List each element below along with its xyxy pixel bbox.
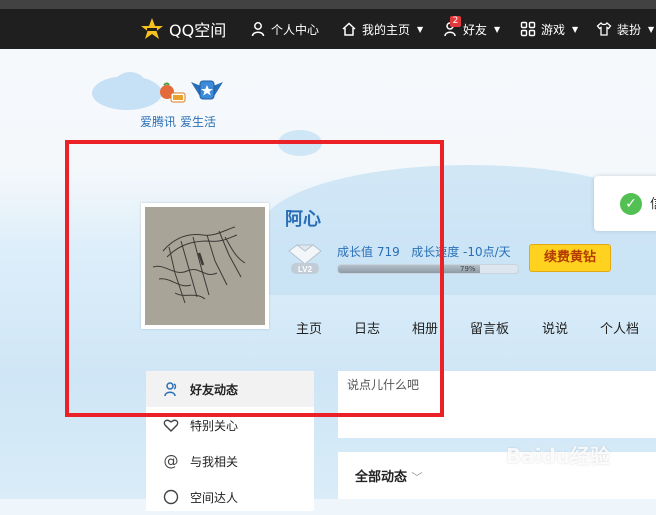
- nav-my-homepage-label: 我的主页: [362, 22, 411, 37]
- toast-text: 信: [650, 193, 656, 212]
- qzone-star-icon: [141, 18, 163, 39]
- heart-icon: [162, 417, 180, 433]
- brand-link-tencent[interactable]: 爱腾讯: [140, 113, 176, 130]
- nav-games-label: 游戏: [541, 22, 566, 37]
- baidu-watermark: Baidu经验: [506, 444, 611, 468]
- star-icon: [162, 489, 180, 505]
- feed-filter-dropdown[interactable]: 全部动态 ﹀: [355, 466, 423, 485]
- sidebar-item-label: 与我相关: [190, 454, 239, 469]
- notification-toast: ✓ 信: [594, 176, 656, 231]
- nav-friends-label: 好友: [463, 22, 488, 37]
- sidebar-item-label: 特别关心: [190, 418, 239, 433]
- sidebar-item-label: 空间达人: [190, 490, 239, 505]
- nav-decorate-label: 装扮: [617, 22, 642, 37]
- user-icon: [251, 22, 265, 37]
- brand-links: 爱腾讯 爱生活: [140, 113, 216, 130]
- nav-friends[interactable]: 2 好友 ▼: [442, 9, 500, 49]
- nav-decorate[interactable]: 装扮 ▼: [596, 9, 654, 49]
- browser-top-strip: [0, 0, 656, 9]
- red-annotation-box: [65, 140, 444, 417]
- chevron-down-icon: ﹀: [411, 471, 423, 484]
- vip-wings-badge-icon: [191, 80, 223, 100]
- chevron-down-icon: ▼: [572, 24, 579, 34]
- home-icon: [342, 22, 356, 36]
- friends-badge: 2: [450, 16, 461, 27]
- qq-penguin-badge-icon: [160, 82, 186, 103]
- at-icon: @: [163, 452, 179, 470]
- nav-games[interactable]: 游戏 ▼: [520, 9, 578, 49]
- qzone-logo[interactable]: QQ空间: [140, 9, 226, 49]
- apps-grid-icon: [520, 21, 536, 37]
- baidu-watermark-url: jingyan.baidu.com: [560, 479, 653, 490]
- tab-shuoshuo[interactable]: 说说: [542, 318, 568, 337]
- growth-progress-text: 79%: [460, 265, 476, 273]
- brand-link-life[interactable]: 爱生活: [180, 113, 216, 130]
- sidebar-item-related-to-me[interactable]: @ 与我相关: [146, 443, 314, 479]
- tab-message-board[interactable]: 留言板: [470, 318, 509, 337]
- nav-my-homepage[interactable]: 我的主页 ▼: [341, 9, 423, 49]
- top-navbar: QQ空间 个人中心 我的主页 ▼ 2 好友 ▼ 游戏 ▼ 装扮 ▼: [0, 9, 656, 49]
- qzone-logo-text: QQ空间: [169, 21, 227, 40]
- renew-yellow-diamond-button[interactable]: 续费黄钻: [529, 244, 611, 272]
- cloud-decoration: [113, 72, 147, 102]
- feed-filter-label: 全部动态: [355, 470, 408, 485]
- chevron-down-icon: ▼: [494, 24, 501, 34]
- chevron-down-icon: ▼: [417, 24, 424, 34]
- sidebar-item-space-expert[interactable]: 空间达人: [146, 479, 314, 515]
- friends-icon-wrap: 2: [442, 16, 461, 37]
- chevron-down-icon: ▼: [648, 24, 655, 34]
- tab-profile[interactable]: 个人档: [600, 318, 639, 337]
- shirt-icon: [596, 21, 612, 36]
- check-icon: ✓: [620, 193, 642, 215]
- nav-personal-center[interactable]: 个人中心: [250, 9, 319, 49]
- nav-personal-center-label: 个人中心: [271, 22, 320, 37]
